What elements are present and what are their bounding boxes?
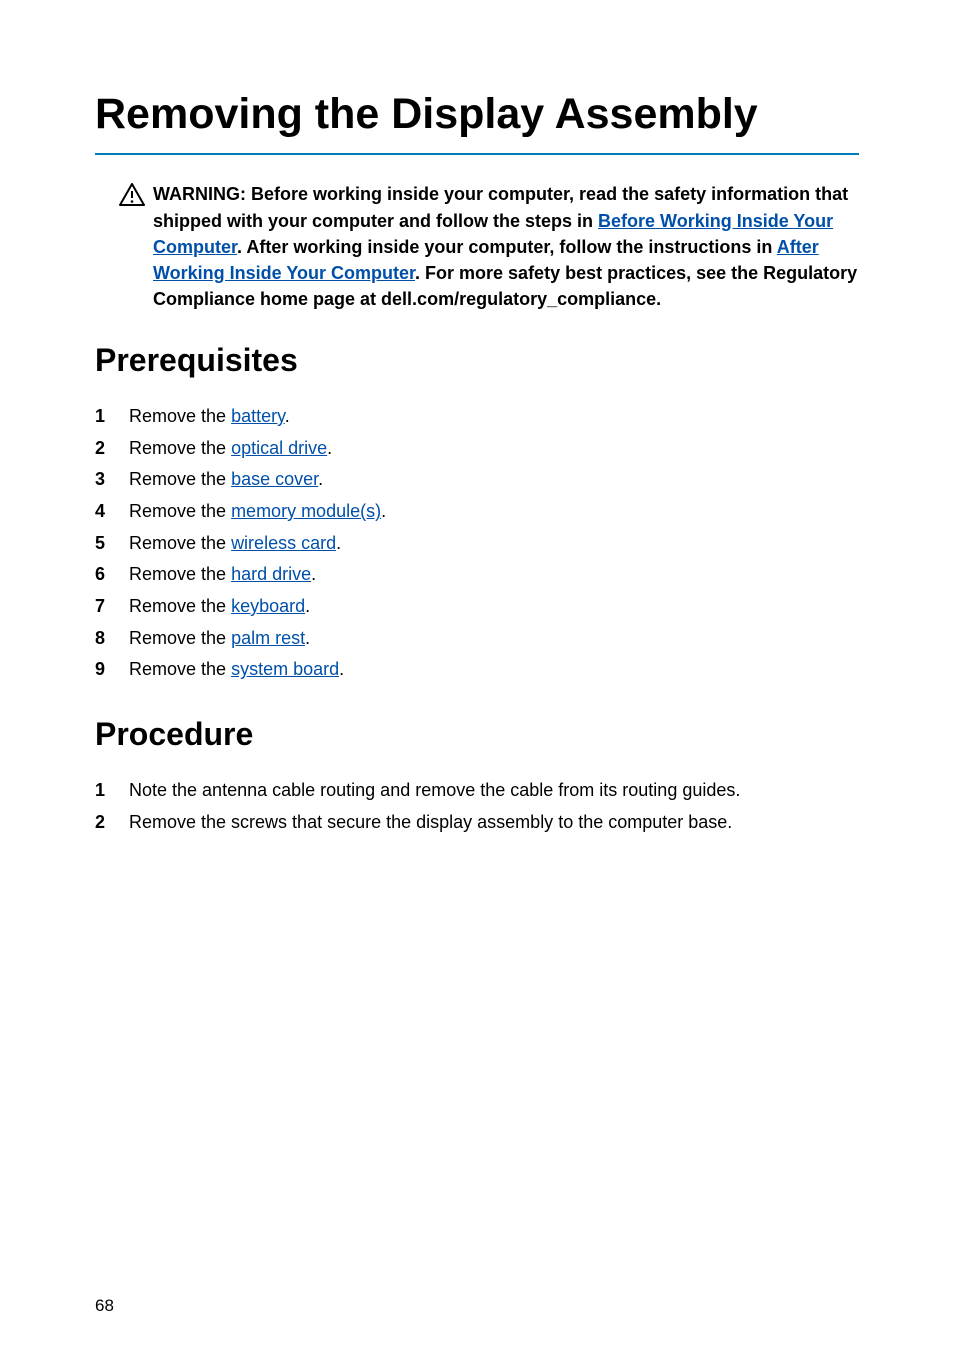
item-link[interactable]: system board: [231, 659, 339, 679]
item-text: Remove the battery.: [129, 402, 859, 432]
warning-link[interactable]: Before Working Inside Your Computer: [153, 211, 833, 257]
item-link[interactable]: palm rest: [231, 628, 305, 648]
warning-text: WARNING: Before working inside your comp…: [153, 181, 859, 311]
list-item: 2Remove the screws that secure the displ…: [95, 807, 859, 839]
warning-icon: [119, 183, 145, 207]
procedure-list: 1Note the antenna cable routing and remo…: [95, 775, 859, 838]
item-number: 4: [95, 497, 129, 527]
item-link[interactable]: battery: [231, 406, 285, 426]
warning-block: WARNING: Before working inside your comp…: [95, 181, 859, 311]
page-title: Removing the Display Assembly: [95, 90, 859, 155]
item-text: Remove the system board.: [129, 655, 859, 685]
item-link[interactable]: keyboard: [231, 596, 305, 616]
list-item: 9Remove the system board.: [95, 654, 859, 686]
item-number: 8: [95, 624, 129, 654]
list-item: 1Note the antenna cable routing and remo…: [95, 775, 859, 807]
item-link[interactable]: hard drive: [231, 564, 311, 584]
prerequisites-list: 1Remove the battery.2Remove the optical …: [95, 401, 859, 686]
item-text: Remove the optical drive.: [129, 434, 859, 464]
item-text: Remove the memory module(s).: [129, 497, 859, 527]
list-item: 4Remove the memory module(s).: [95, 496, 859, 528]
prerequisites-heading: Prerequisites: [95, 342, 859, 379]
item-number: 1: [95, 402, 129, 432]
item-link[interactable]: optical drive: [231, 438, 327, 458]
item-text: Remove the wireless card.: [129, 529, 859, 559]
list-item: 3Remove the base cover.: [95, 464, 859, 496]
item-text: Remove the screws that secure the displa…: [129, 808, 859, 838]
page-number: 68: [95, 1296, 114, 1316]
list-item: 6Remove the hard drive.: [95, 559, 859, 591]
item-number: 5: [95, 529, 129, 559]
item-text: Note the antenna cable routing and remov…: [129, 776, 859, 806]
item-number: 2: [95, 808, 129, 838]
item-link[interactable]: memory module(s): [231, 501, 381, 521]
item-text: Remove the base cover.: [129, 465, 859, 495]
item-number: 9: [95, 655, 129, 685]
procedure-heading: Procedure: [95, 716, 859, 753]
item-number: 7: [95, 592, 129, 622]
item-link[interactable]: wireless card: [231, 533, 336, 553]
list-item: 7Remove the keyboard.: [95, 591, 859, 623]
item-text: Remove the hard drive.: [129, 560, 859, 590]
list-item: 2Remove the optical drive.: [95, 433, 859, 465]
item-text: Remove the keyboard.: [129, 592, 859, 622]
warning-link[interactable]: After Working Inside Your Computer: [153, 237, 819, 283]
item-text: Remove the palm rest.: [129, 624, 859, 654]
list-item: 1Remove the battery.: [95, 401, 859, 433]
item-number: 2: [95, 434, 129, 464]
item-number: 1: [95, 776, 129, 806]
list-item: 8Remove the palm rest.: [95, 623, 859, 655]
item-number: 3: [95, 465, 129, 495]
item-number: 6: [95, 560, 129, 590]
item-link[interactable]: base cover: [231, 469, 318, 489]
list-item: 5Remove the wireless card.: [95, 528, 859, 560]
